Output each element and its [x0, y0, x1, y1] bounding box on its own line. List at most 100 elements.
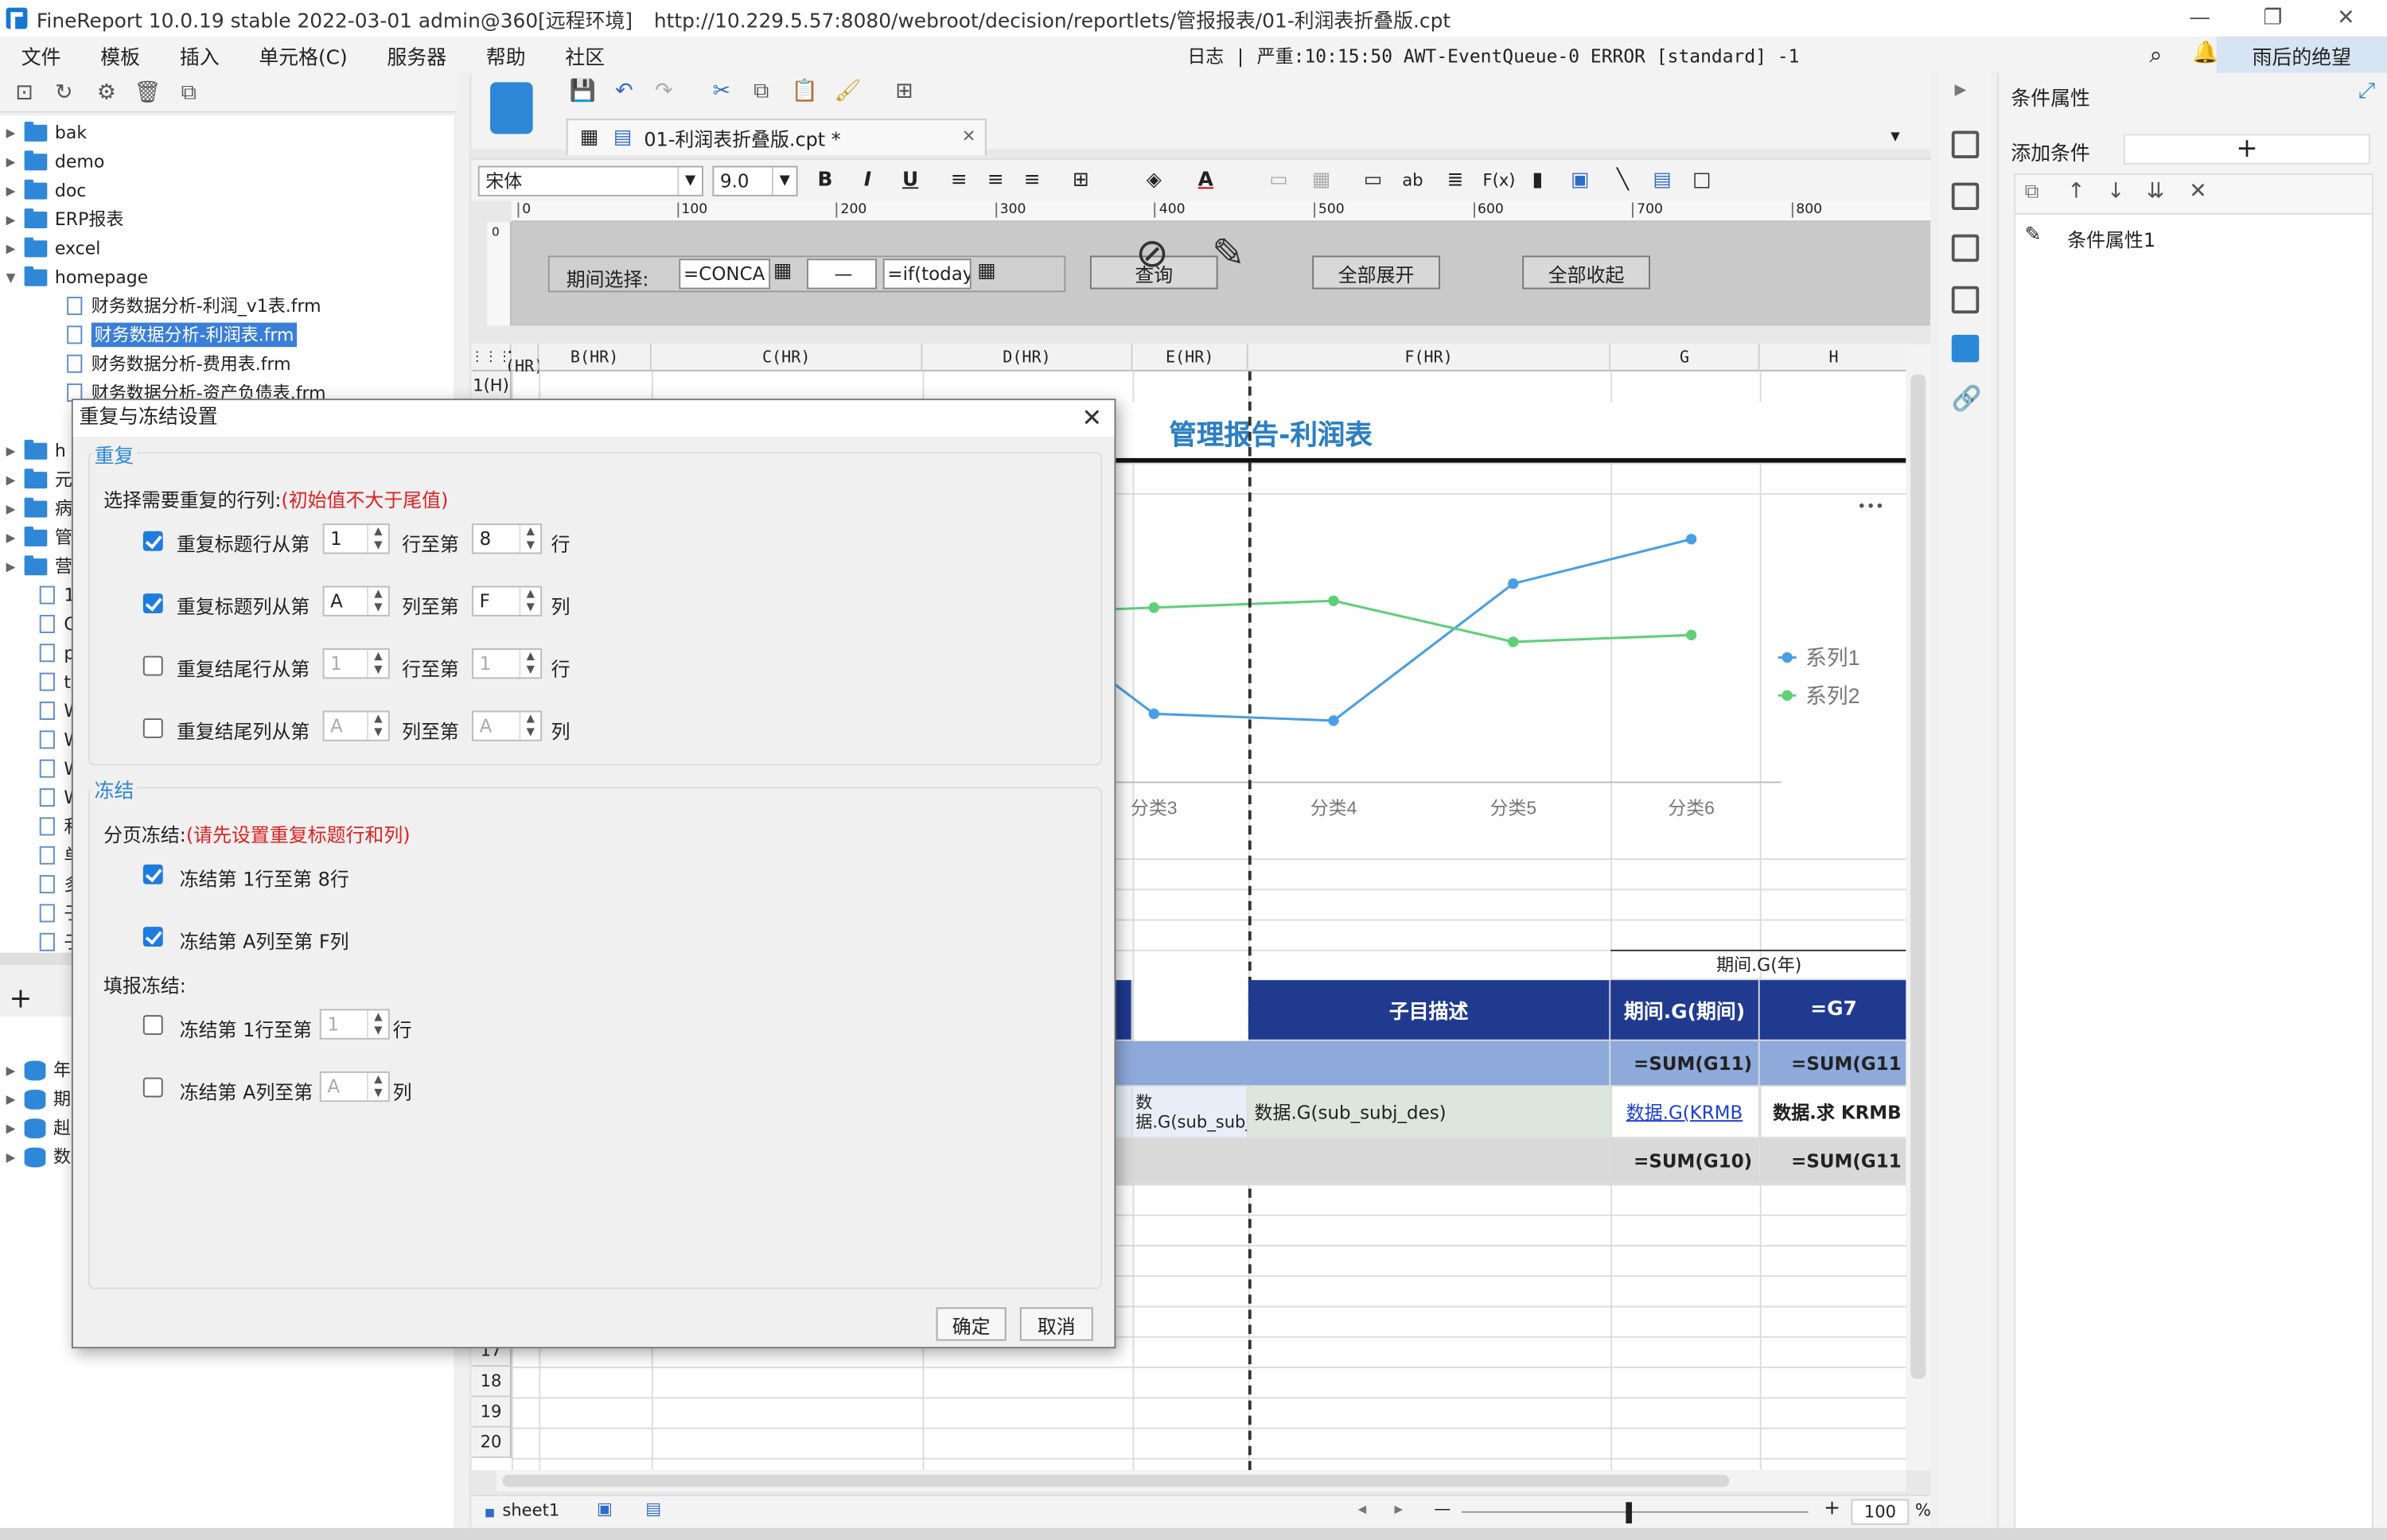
condition-attr-active-icon[interactable]: [1951, 334, 1980, 363]
menu-cell[interactable]: 单元格(C): [238, 41, 366, 69]
user-button[interactable]: 雨后的绝望: [2216, 36, 2387, 73]
pencil-icon[interactable]: ✎: [1212, 231, 1245, 277]
freeze-cols-checkbox[interactable]: [142, 927, 163, 947]
copy-icon[interactable]: ⧉: [177, 80, 201, 105]
tree-item-partial[interactable]: 1: [6, 581, 76, 609]
tree-file[interactable]: 财务数据分析-费用表.frm: [67, 350, 291, 377]
menu-community[interactable]: 社区: [544, 41, 624, 69]
tree-item-partial[interactable]: t: [6, 668, 71, 695]
row-header[interactable]: 1(H): [472, 371, 512, 402]
sub-subj-des-cell[interactable]: 数据.G(sub_subj_des): [1248, 1087, 1611, 1139]
dataset-item[interactable]: ▶ 年: [6, 1056, 71, 1083]
align-center-icon[interactable]: ≡: [983, 169, 1008, 193]
bell-icon[interactable]: 🔔: [2192, 41, 2218, 66]
column-header[interactable]: G: [1610, 344, 1760, 371]
tree-item-partial[interactable]: ▶ 营: [6, 553, 72, 580]
settings-icon[interactable]: ⚙: [95, 80, 119, 105]
repeat-to-spinner[interactable]: 1 ▲ ▼: [472, 648, 543, 679]
prev-icon[interactable]: ◂: [1358, 1499, 1367, 1519]
edit-icon[interactable]: ✎: [2025, 224, 2042, 247]
move-down-icon[interactable]: ↓: [2107, 180, 2124, 204]
subjects-cell[interactable]: 数据.G(sub_subjects): [1132, 1087, 1248, 1139]
row-header[interactable]: 18: [472, 1367, 512, 1398]
close-window-button[interactable]: ✕: [2311, 0, 2381, 37]
g7-header[interactable]: =G7: [1759, 980, 1906, 1041]
delete-icon[interactable]: 🗑: [134, 80, 161, 105]
paragraph-icon[interactable]: ≣: [1443, 169, 1468, 193]
move-up-icon[interactable]: ↑: [2067, 180, 2085, 204]
add-dataset-button[interactable]: +: [9, 983, 32, 1015]
period-header[interactable]: 期间.G(期间): [1610, 980, 1760, 1041]
format-brush-icon[interactable]: 🖌: [834, 79, 861, 103]
save-icon[interactable]: 💾: [570, 79, 596, 103]
sort-icon[interactable]: ⇊: [2147, 180, 2164, 204]
calendar-icon[interactable]: ▦: [977, 260, 996, 283]
tree-item-partial[interactable]: 子: [6, 928, 81, 955]
column-header[interactable]: B(HR): [539, 344, 652, 371]
collapse-arrow-icon[interactable]: ▶: [1955, 82, 1967, 99]
redo-icon[interactable]: ↷: [652, 79, 676, 103]
dropdown-attr-icon[interactable]: [1951, 286, 1980, 314]
row-header[interactable]: 19: [472, 1397, 512, 1428]
sub-desc-header[interactable]: 子目描述: [1248, 980, 1611, 1041]
font-size-select[interactable]: 9.0 ▼: [712, 165, 798, 196]
repeat-row-checkbox[interactable]: [142, 593, 163, 614]
formula-icon[interactable]: F(x): [1483, 169, 1516, 193]
sum-cell[interactable]: =SUM(G11: [1759, 1138, 1906, 1184]
tree-item-partial[interactable]: ▶ 元: [6, 465, 72, 492]
tree-folder-doc[interactable]: ▶ doc: [6, 177, 86, 204]
fill-col-spinner[interactable]: A ▲ ▼: [319, 1071, 390, 1102]
menu-help[interactable]: 帮助: [465, 41, 544, 69]
tree-item-partial[interactable]: 多: [6, 870, 81, 897]
copy-icon[interactable]: ⧉: [749, 79, 773, 103]
tree-item-partial[interactable]: G: [6, 610, 78, 637]
tree-item-partial[interactable]: ▶ 病: [6, 495, 72, 522]
ok-button[interactable]: 确定: [936, 1307, 1007, 1341]
sheet-tab[interactable]: sheet1: [502, 1500, 559, 1520]
sub-report-icon[interactable]: ▤: [1650, 169, 1675, 193]
menu-file[interactable]: 文件: [0, 41, 80, 69]
collapse-all-button[interactable]: 全部收起: [1522, 255, 1650, 290]
restore-button[interactable]: ❐: [2238, 0, 2308, 37]
repeat-from-spinner[interactable]: A ▲ ▼: [322, 585, 390, 616]
repeat-from-spinner[interactable]: A ▲ ▼: [322, 710, 390, 741]
repeat-from-spinner[interactable]: 1 ▲ ▼: [322, 648, 390, 679]
zoom-input[interactable]: 100: [1851, 1499, 1910, 1526]
cancel-button[interactable]: 取消: [1019, 1307, 1093, 1341]
tree-file-selected[interactable]: 财务数据分析-利润表.frm: [67, 321, 298, 348]
dataset-item[interactable]: ▶ 期: [6, 1085, 71, 1112]
panel-pin-icon[interactable]: ⤢: [2358, 79, 2375, 103]
fill-freeze-rows-checkbox[interactable]: [142, 1015, 163, 1036]
unmerge-icon[interactable]: ▦: [1309, 169, 1334, 193]
font-color-icon[interactable]: A: [1194, 169, 1218, 193]
period-year-cell[interactable]: 期间.G(年): [1610, 949, 1906, 981]
zoom-slider-track[interactable]: [1461, 1511, 1809, 1513]
paste-icon[interactable]: 📋: [792, 79, 818, 103]
align-right-icon[interactable]: ≡: [1020, 169, 1045, 193]
tree-item-partial[interactable]: W: [6, 697, 81, 724]
freeze-rows-checkbox[interactable]: [142, 864, 163, 885]
tree-folder-demo[interactable]: ▶ demo: [6, 148, 105, 175]
fill-color-icon[interactable]: ◈: [1142, 169, 1166, 193]
underline-button[interactable]: U: [898, 169, 923, 193]
repeat-to-spinner[interactable]: A ▲ ▼: [472, 710, 543, 741]
repeat-from-spinner[interactable]: 1 ▲ ▼: [322, 523, 390, 554]
tree-folder-bak[interactable]: ▶ bak: [6, 119, 87, 146]
widget-icon[interactable]: □: [1690, 169, 1715, 193]
column-header[interactable]: .(HR): [505, 344, 543, 375]
refresh-icon[interactable]: ↻: [52, 80, 76, 105]
sum-cell[interactable]: =SUM(G10): [1610, 1138, 1760, 1184]
column-header[interactable]: D(HR): [922, 344, 1133, 371]
fill-row-spinner[interactable]: 1 ▲ ▼: [319, 1009, 390, 1040]
zoom-slider-thumb[interactable]: [1626, 1502, 1633, 1524]
tree-folder-excel[interactable]: ▶ excel: [6, 235, 101, 262]
tree-folder-erp[interactable]: ▶ ERP报表: [6, 205, 124, 232]
tree-item-partial[interactable]: 单: [6, 842, 81, 869]
column-header[interactable]: F(HR): [1248, 344, 1611, 371]
tree-item-partial[interactable]: W: [6, 784, 81, 811]
link-icon[interactable]: 🔗: [1952, 383, 1982, 412]
krmb-cell[interactable]: 数据.求 KRMB: [1759, 1087, 1906, 1139]
column-header[interactable]: E(HR): [1132, 344, 1248, 371]
font-family-select[interactable]: 宋体 ▼: [477, 165, 703, 196]
param-start-input[interactable]: =CONCA: [679, 259, 771, 290]
